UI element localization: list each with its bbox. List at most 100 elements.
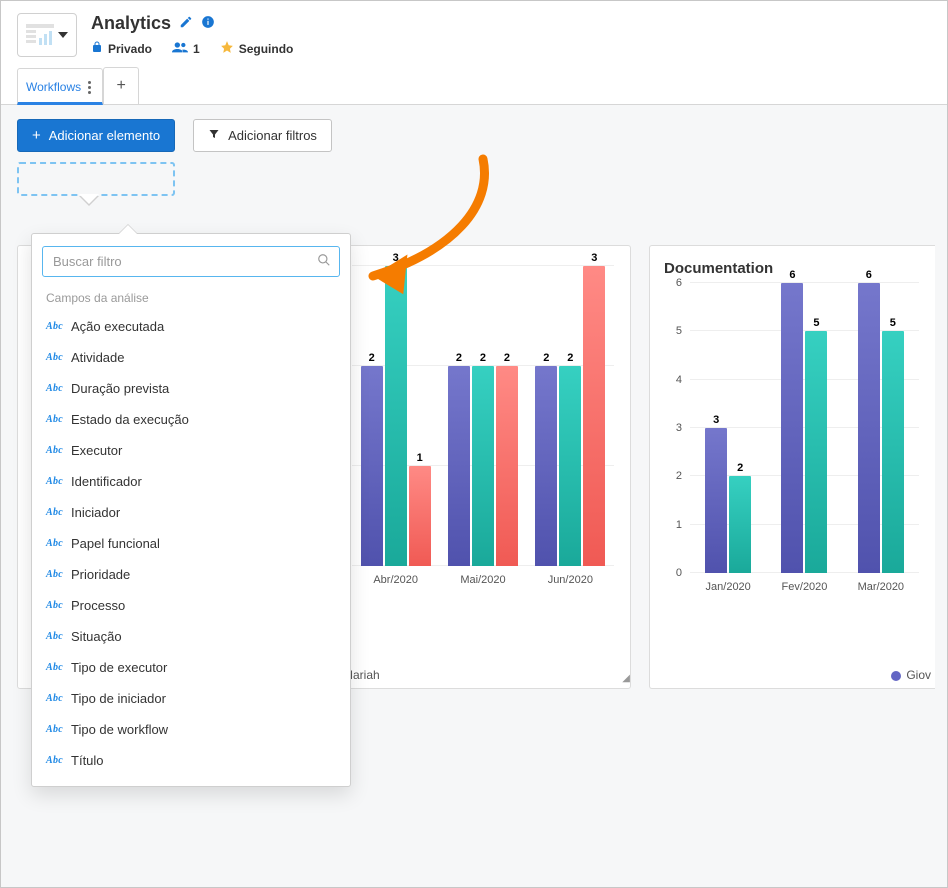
filter-option-label: Papel funcional [71, 536, 160, 551]
filter-option[interactable]: AbcSituação [42, 621, 340, 652]
filter-option[interactable]: Abc Prioridade [42, 559, 340, 590]
filter-option-label: Iniciador [71, 505, 120, 520]
filter-option[interactable]: AbcAção executada [42, 311, 340, 342]
y-axis-tick: 6 [676, 277, 682, 289]
bar: 1 [409, 466, 431, 566]
filter-search-field[interactable] [42, 246, 340, 277]
bar: 2 [472, 366, 494, 566]
filter-option-label: Título [71, 753, 104, 768]
abc-field-type-icon: Abc [46, 693, 63, 704]
filter-option[interactable]: AbcIdentificador [42, 466, 340, 497]
edit-icon[interactable] [179, 15, 193, 32]
bar-value-label: 3 [713, 414, 719, 426]
filter-option[interactable]: Abc Tipo de iniciador [42, 683, 340, 714]
star-icon [220, 40, 234, 57]
bar-value-label: 5 [890, 317, 896, 329]
people-badge[interactable]: 1 [172, 41, 200, 56]
bar: 2 [535, 366, 557, 566]
add-filter-button[interactable]: Adicionar filtros [193, 119, 332, 152]
x-axis-label: Mai/2020 [439, 566, 526, 596]
bar: 6 [858, 283, 880, 573]
y-axis-tick: 4 [676, 374, 682, 386]
tab-label: Workflows [26, 80, 81, 94]
bar-value-label: 2 [543, 352, 549, 364]
filter-option[interactable]: AbcAtividade [42, 342, 340, 373]
bar: 3 [705, 428, 727, 573]
bar-value-label: 2 [737, 462, 743, 474]
bar: 2 [496, 366, 518, 566]
bar-value-label: 1 [417, 452, 423, 464]
lock-icon [91, 41, 103, 56]
filter-option[interactable]: Abc Estado da execução [42, 404, 340, 435]
y-axis-tick: 2 [676, 470, 682, 482]
filter-option-label: Situação [71, 629, 122, 644]
filter-option[interactable]: Abc Processo [42, 590, 340, 621]
tab-workflows[interactable]: Workflows [17, 68, 103, 105]
follow-label: Seguindo [239, 42, 294, 56]
y-axis-tick: 1 [676, 519, 682, 531]
filter-option[interactable]: Abc Papel funcional [42, 528, 340, 559]
chart-card-documentation: Documentation 0123456326565Jan/2020Fev/2… [649, 245, 935, 689]
filter-option-label: Processo [71, 598, 125, 613]
bar-value-label: 6 [866, 269, 872, 281]
filter-section-label: Campos da análise [46, 291, 340, 305]
filter-option[interactable]: AbcTítulo [42, 745, 340, 776]
bar-value-label: 3 [393, 252, 399, 264]
filter-option-label: Prioridade [71, 567, 130, 582]
info-icon[interactable] [201, 15, 215, 32]
add-element-button[interactable]: + Adicionar elemento [17, 119, 175, 152]
y-axis-tick: 5 [676, 325, 682, 337]
filter-dropdown-panel: Campos da análise AbcAção executadaAbcAt… [31, 233, 351, 787]
filter-option-label: Duração prevista [71, 381, 169, 396]
filter-option[interactable]: Abc Executor [42, 435, 340, 466]
abc-field-type-icon: Abc [46, 414, 63, 425]
filter-option-label: Tipo de workflow [71, 722, 168, 737]
filter-option[interactable]: Abc Tipo de workflow [42, 714, 340, 745]
dashboard-thumbnail-selector[interactable] [17, 13, 77, 57]
add-tab-button[interactable]: + [103, 67, 139, 104]
people-icon [172, 41, 188, 56]
bar-value-label: 2 [504, 352, 510, 364]
filter-option[interactable]: Abc Iniciador [42, 497, 340, 528]
abc-field-type-icon: Abc [46, 507, 63, 518]
bar: 2 [559, 366, 581, 566]
privacy-badge[interactable]: Privado [91, 41, 152, 56]
bar: 5 [805, 331, 827, 573]
search-icon [317, 253, 331, 270]
x-axis-label: Jan/2020 [690, 573, 766, 603]
filter-option-label: Estado da execução [71, 412, 189, 427]
abc-field-type-icon: Abc [46, 569, 63, 580]
filter-option-label: Ação executada [71, 319, 164, 334]
legend-label: Giov [906, 668, 931, 682]
abc-field-type-icon: Abc [46, 445, 63, 456]
abc-field-type-icon: Abc [46, 383, 63, 394]
abc-field-type-icon: Abc [46, 600, 63, 611]
bar: 2 [448, 366, 470, 566]
filter-option[interactable]: Abc Duração prevista [42, 373, 340, 404]
filter-option-label: Executor [71, 443, 122, 458]
x-axis-label: Mar/2020 [843, 573, 919, 603]
abc-field-type-icon: Abc [46, 476, 63, 487]
filter-search-input[interactable] [51, 253, 317, 270]
x-axis-label: Fev/2020 [766, 573, 842, 603]
tab-menu-icon[interactable] [85, 81, 94, 94]
chevron-down-icon [58, 32, 68, 38]
follow-badge[interactable]: Seguindo [220, 40, 294, 57]
filter-icon [208, 128, 220, 143]
bar-value-label: 2 [567, 352, 573, 364]
filter-placeholder-slot[interactable] [17, 162, 175, 196]
bar-value-label: 3 [591, 252, 597, 264]
abc-field-type-icon: Abc [46, 538, 63, 549]
plus-icon: + [32, 128, 41, 143]
resize-handle-icon[interactable]: ◢ [622, 673, 626, 684]
add-filter-label: Adicionar filtros [228, 128, 317, 143]
x-axis-label: Jun/2020 [527, 566, 614, 596]
filter-option-label: Tipo de iniciador [71, 691, 166, 706]
bar-value-label: 2 [480, 352, 486, 364]
filter-option[interactable]: AbcTipo de executor [42, 652, 340, 683]
y-axis-tick: 3 [676, 422, 682, 434]
bar: 3 [583, 266, 605, 566]
filter-option-label: Atividade [71, 350, 124, 365]
abc-field-type-icon: Abc [46, 724, 63, 735]
page-title: Analytics [91, 13, 171, 34]
